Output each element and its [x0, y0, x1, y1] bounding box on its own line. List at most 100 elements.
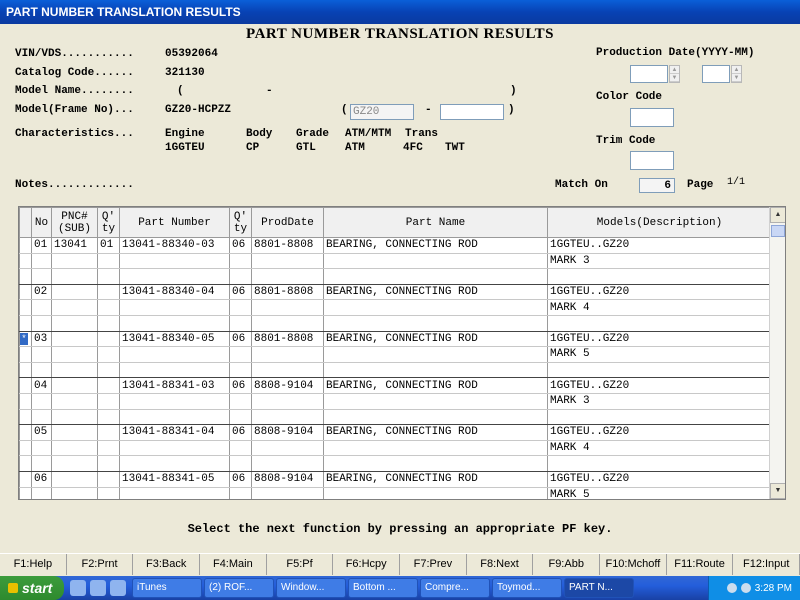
cell-qty1	[97, 424, 120, 441]
pf-key-7[interactable]: F7:Prev	[400, 554, 467, 575]
taskbar-task[interactable]: Bottom ...	[348, 578, 418, 598]
cell-model-line2: MARK 4	[547, 440, 772, 457]
col-models-header[interactable]: Models(Description)	[547, 207, 772, 238]
pf-key-1[interactable]: F1:Help	[0, 554, 67, 575]
cell-empty	[229, 253, 252, 270]
cell-empty	[251, 362, 324, 379]
col-pnc-header[interactable]: PNC# (SUB)	[51, 207, 98, 238]
production-month-spinner[interactable]: ▲ ▼	[731, 65, 742, 83]
cell-model-line2: MARK 5	[547, 487, 772, 499]
taskbar-task[interactable]: Window...	[276, 578, 346, 598]
table-row[interactable]: 02 13041-88340-04 06 8801-8808 BEARING, CONN…	[19, 284, 772, 301]
col-qty2-header[interactable]: Q' ty	[229, 207, 252, 238]
table-row[interactable]: * 03 13041-88340-05 06 8801-8808 BEARING, CON…	[19, 331, 772, 348]
pf-key-5[interactable]: F5:Pf	[267, 554, 334, 575]
production-month-input[interactable]	[702, 65, 730, 83]
page-title: PART NUMBER TRANSLATION RESULTS	[246, 26, 554, 42]
table-row[interactable]: 06 13041-88341-05 06 8808-9104 BEARING, CONN…	[19, 471, 772, 488]
spin-down-icon[interactable]: ▼	[670, 74, 679, 82]
results-table[interactable]: No PNC# (SUB) Q' ty Part Number Q' ty Pr…	[18, 206, 786, 500]
model-frame-label: Model(Frame No)...	[15, 104, 134, 116]
col-prod-date-header[interactable]: ProdDate	[251, 207, 324, 238]
table-row-continuation[interactable]: MARK 4	[19, 440, 772, 457]
media-icon[interactable]	[110, 580, 126, 596]
volume-icon[interactable]	[740, 583, 751, 593]
cell-part-name: BEARING, CONNECTING ROD	[323, 377, 548, 394]
results-grid: No PNC# (SUB) Q' ty Part Number Q' ty Pr…	[19, 207, 772, 499]
cell-empty	[51, 455, 98, 472]
pf-key-4[interactable]: F4:Main	[200, 554, 267, 575]
table-row[interactable]: 05 13041-88341-04 06 8808-9104 BEARING, CONN…	[19, 424, 772, 441]
color-code-input[interactable]	[630, 108, 674, 127]
table-scrollbar[interactable]: ▲ ▼	[769, 207, 785, 499]
desktop-icon[interactable]	[90, 580, 106, 596]
table-row-continuation[interactable]: MARK 3	[19, 253, 772, 270]
cell-part-name: BEARING, CONNECTING ROD	[323, 284, 548, 301]
table-row-continuation[interactable]: MARK 5	[19, 346, 772, 363]
cell-empty	[251, 409, 324, 426]
production-year-input[interactable]	[630, 65, 668, 83]
cell-empty	[119, 299, 230, 316]
start-button[interactable]: start	[0, 576, 64, 600]
cell-part-number: 13041-88341-05	[119, 471, 230, 488]
pf-key-2[interactable]: F2:Prnt	[67, 554, 134, 575]
cell-empty	[119, 253, 230, 270]
cell-empty	[97, 440, 120, 457]
cell-empty	[31, 362, 52, 379]
characteristics-label: Characteristics...	[15, 128, 134, 140]
taskbar-task[interactable]: Compre...	[420, 578, 490, 598]
pf-key-3[interactable]: F3:Back	[133, 554, 201, 575]
spin-up-icon[interactable]: ▲	[670, 66, 679, 74]
scroll-down-icon[interactable]: ▼	[770, 483, 785, 499]
cell-empty	[97, 346, 120, 363]
cell-empty	[119, 393, 230, 410]
spin-down-icon[interactable]: ▼	[732, 74, 741, 82]
cell-empty	[229, 315, 252, 332]
pf-key-12[interactable]: F12:Input	[733, 554, 800, 575]
cell-empty	[31, 315, 52, 332]
pf-key-8[interactable]: F8:Next	[467, 554, 534, 575]
taskbar: start iTunes (2) ROF... Window... Bottom ..…	[0, 576, 800, 600]
scroll-up-icon[interactable]: ▲	[770, 207, 785, 223]
spin-up-icon[interactable]: ▲	[732, 66, 741, 74]
taskbar-task[interactable]: iTunes	[132, 578, 202, 598]
col-qty1-header[interactable]: Q' ty	[97, 207, 120, 238]
selected-row-marker: *	[20, 332, 28, 345]
frame-model-input[interactable]: GZ20	[350, 104, 414, 120]
browser-icon[interactable]	[70, 580, 86, 596]
col-no-header[interactable]: No	[31, 207, 52, 238]
table-row[interactable]: 04 13041-88341-03 06 8808-9104 BEARING, CONN…	[19, 377, 772, 394]
cell-empty	[31, 299, 52, 316]
taskbar-task[interactable]: (2) ROF...	[204, 578, 274, 598]
col-part-number-header[interactable]: Part Number	[119, 207, 230, 238]
scroll-thumb[interactable]	[771, 225, 785, 237]
cell-no: 04	[31, 377, 52, 394]
taskbar-task[interactable]: PART N...	[564, 578, 634, 598]
model-name-dash: -	[266, 85, 273, 97]
cell-empty	[229, 362, 252, 379]
pf-key-10[interactable]: F10:Mchoff	[600, 554, 667, 575]
cell-empty	[19, 299, 32, 316]
col-part-name-header[interactable]: Part Name	[323, 207, 548, 238]
table-row-continuation[interactable]: MARK 4	[19, 299, 772, 316]
cell-empty	[97, 299, 120, 316]
pf-key-6[interactable]: F6:Hcpy	[333, 554, 401, 575]
table-row-continuation[interactable]: MARK 3	[19, 393, 772, 410]
model-name-open-paren: (	[177, 85, 184, 97]
trim-code-input[interactable]	[630, 151, 674, 170]
frame-number-input[interactable]	[440, 104, 504, 120]
production-year-spinner[interactable]: ▲ ▼	[669, 65, 680, 83]
taskbar-task[interactable]: Toymod...	[492, 578, 562, 598]
cell-empty	[119, 315, 230, 332]
cell-model-line1: 1GGTEU..GZ20	[547, 284, 772, 301]
network-icon[interactable]	[726, 583, 737, 593]
pf-key-11[interactable]: F11:Route	[667, 554, 734, 575]
cell-empty	[119, 409, 230, 426]
pf-key-9[interactable]: F9:Abb	[533, 554, 601, 575]
cell-empty	[119, 440, 230, 457]
table-row-continuation[interactable]: MARK 5	[19, 487, 772, 499]
cell-qty2: 06	[229, 284, 252, 301]
window-title-bar[interactable]: PART NUMBER TRANSLATION RESULTS	[0, 0, 800, 24]
table-row[interactable]: 01 13041 01 13041-88340-03 06 8801-8808 BEARIN…	[19, 237, 772, 254]
char-engine-value: 1GGTEU	[165, 142, 205, 154]
